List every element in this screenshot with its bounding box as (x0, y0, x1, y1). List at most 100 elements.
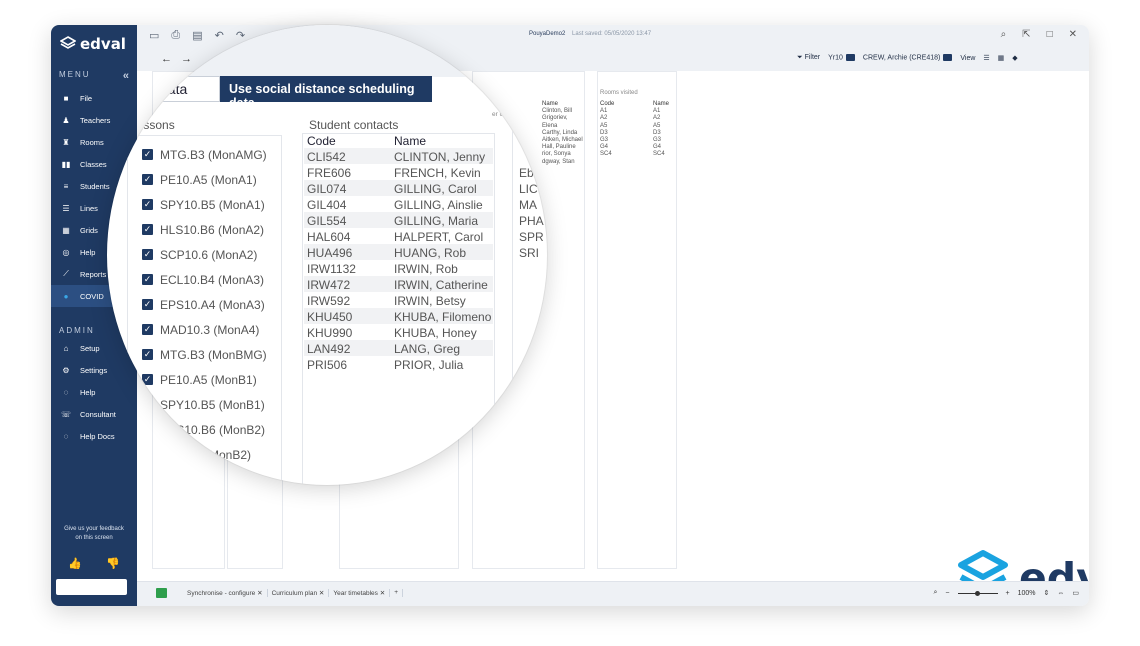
checkbox-checked-icon[interactable]: ✓ (142, 324, 153, 335)
sidebar-item-label: Help (80, 247, 96, 257)
student-name: IRWIN, Betsy (394, 294, 466, 308)
sidebar-item-settings[interactable]: ⚙ Settings (51, 359, 137, 381)
fit-height-icon[interactable]: ⇕ (1044, 589, 1050, 597)
checkbox-checked-icon[interactable]: ✓ (142, 399, 153, 410)
data-button[interactable]: data (155, 76, 220, 102)
lesson-item[interactable]: ✓ MTG.B3 (MonBMG) (142, 342, 267, 367)
checkbox-checked-icon[interactable]: ✓ (142, 349, 153, 360)
diamond-icon[interactable]: ◆ (1012, 54, 1017, 62)
rooms-code-header: Code (600, 101, 615, 107)
lesson-item[interactable]: ✓ ECL10.B4 (MonA3) (142, 267, 264, 292)
teacher-name: Hall, Pauline (542, 144, 576, 151)
sidebar-item-consultant[interactable]: ☏ Consultant (51, 403, 137, 425)
sidebar-item-rooms[interactable]: ♜ Rooms (51, 131, 137, 153)
lesson-label: PE10.A5 (MonB1) (160, 372, 257, 387)
checkbox-checked-icon[interactable]: ✓ (142, 249, 153, 260)
person-select[interactable]: CREW, Archie (CRE418) (863, 54, 953, 62)
checkbox-checked-icon[interactable]: ✓ (142, 174, 153, 185)
lesson-item[interactable]: HLS10.B6 (MonB2) (161, 417, 265, 442)
teacher-name: dgway, Stan (542, 158, 575, 165)
rooms-code-column: Code A1 A2 A5 D3 G3 G4 SC4 (600, 101, 614, 159)
teacher-contacts-table: Name Clinton, Bill Grigoriev, Elena Cart… (542, 101, 584, 166)
table-view-icon[interactable]: ▦ (998, 54, 1005, 62)
view-button[interactable]: View (960, 55, 975, 62)
rooms-name-header: Name (653, 101, 670, 107)
file-icon: ■ (63, 93, 69, 103)
lesson-item[interactable]: ✓ MAD10.3 (MonA4) (142, 317, 259, 342)
zoom-in-icon[interactable]: + (1006, 590, 1010, 597)
room-code: G3 (600, 137, 609, 144)
student-name: FRENCH, Kevin (394, 166, 481, 180)
sidebar-item-teachers[interactable]: ♟ Teachers (51, 109, 137, 131)
checkbox-checked-icon[interactable]: ✓ (142, 199, 153, 210)
student-code: LAN492 (307, 342, 351, 356)
sidebar-item-file[interactable]: ■ File (51, 87, 137, 109)
sidebar-item-label: Teachers (80, 115, 111, 125)
checkbox-checked-icon[interactable]: ✓ (142, 299, 153, 310)
consultant-icon: ☏ (61, 409, 72, 419)
sidebar-item-help-docs[interactable]: ◌ Help Docs (51, 425, 137, 447)
student-code: IRW472 (307, 278, 351, 292)
sidebar-item-help-admin[interactable]: ◌ Help (51, 381, 137, 403)
student-code: CLI542 (307, 150, 346, 164)
zoom-out-icon[interactable]: − (945, 590, 949, 597)
room-code: G4 (600, 144, 609, 151)
feedback-line: on this screen (75, 535, 113, 541)
tab-synchronise[interactable]: Synchronise - configure ✕ (183, 589, 268, 597)
student-name: KHUBA, Filomeno (394, 310, 492, 324)
lesson-label: MTG.B3 (MonAMG) (160, 147, 267, 162)
lesson-item[interactable]: ✓ MTG.B3 (MonAMG) (142, 142, 267, 167)
checkbox-checked-icon[interactable]: ✓ (142, 224, 153, 235)
feedback-input[interactable] (56, 579, 127, 595)
maximize-icon[interactable]: □ (1047, 29, 1053, 40)
fullscreen-icon[interactable]: ▭ (1072, 589, 1079, 597)
list-view-icon[interactable]: ☰ (983, 54, 989, 62)
lesson-item[interactable]: ✓ SCP10.6 (MonA2) (142, 242, 257, 267)
tab-year-timetables[interactable]: Year timetables ✕ (329, 589, 391, 597)
lesson-item[interactable]: ✓ EPS10.A4 (MonA3) (142, 292, 265, 317)
chat-icon: ◌ (63, 387, 69, 397)
sidebar-item-label: Rooms (80, 137, 104, 147)
close-tab-icon[interactable]: ✕ (257, 590, 262, 597)
lesson-item[interactable]: ✓ HLS10.B6 (MonA2) (142, 217, 264, 242)
search-icon[interactable]: ⌕ (1001, 29, 1007, 40)
fit-width-icon[interactable]: ⇔ (1057, 590, 1064, 597)
lesson-label: 5 (MonB2) (195, 447, 252, 462)
edval-logo-icon (60, 36, 76, 49)
new-tab-icon[interactable] (156, 588, 167, 598)
student-code: HUA496 (307, 246, 353, 260)
social-distance-button[interactable]: Use social distance scheduling data (220, 76, 432, 110)
window-controls: ⌕ ⇱ □ ✕ (1001, 29, 1077, 40)
feedback-line: Give us your feedback (64, 526, 124, 532)
zoom-slider[interactable] (957, 590, 998, 596)
lesson-item[interactable]: 5 (MonB2) (195, 442, 251, 467)
year-select[interactable]: Yr10 (828, 54, 855, 62)
teacher-name: rior, Sonya (542, 151, 571, 158)
sidebar-item-label: File (80, 93, 93, 103)
close-tab-icon[interactable]: ✕ (380, 590, 385, 597)
popout-icon[interactable]: ⇱ (1022, 29, 1030, 40)
checkbox-checked-icon[interactable]: ✓ (142, 274, 153, 285)
thumbs-down-icon[interactable]: 👎 (106, 557, 120, 570)
close-tab-icon[interactable]: ✕ (319, 590, 324, 597)
thumbs-up-icon[interactable]: 👍 (68, 557, 82, 570)
lesson-label: HLS10.B6 (MonB2) (161, 422, 266, 437)
room-code: D3 (600, 129, 608, 136)
teacher-code: MA (519, 198, 537, 212)
lesson-label: SPY10.B5 (MonB1) (160, 397, 265, 412)
checkbox-checked-icon[interactable]: ✓ (142, 149, 153, 160)
checkbox-checked-icon[interactable]: ✓ (142, 374, 153, 385)
lesson-item[interactable]: ✓ PE10.A5 (MonA1) (142, 167, 257, 192)
tab-curriculum-plan[interactable]: Curriculum plan ✕ (268, 589, 330, 597)
lesson-item[interactable]: ✓ SPY10.B5 (MonB1) (142, 392, 265, 417)
close-icon[interactable]: ✕ (1069, 29, 1077, 40)
filter-button[interactable]: ⏷ Filter (797, 54, 820, 62)
feedback-prompt: Give us your feedback on this screen (51, 525, 137, 543)
zoom-search-icon[interactable]: ⌕ (933, 589, 937, 597)
add-tab-icon[interactable]: + (390, 589, 403, 597)
lesson-item[interactable]: ✓ SPY10.B5 (MonA1) (142, 192, 265, 217)
lesson-item[interactable]: ✓ PE10.A5 (MonB1) (142, 367, 257, 392)
docs-icon: ◌ (63, 431, 69, 441)
grid-icon: ▦ (62, 225, 70, 235)
tab-label: Synchronise - configure (187, 590, 256, 597)
